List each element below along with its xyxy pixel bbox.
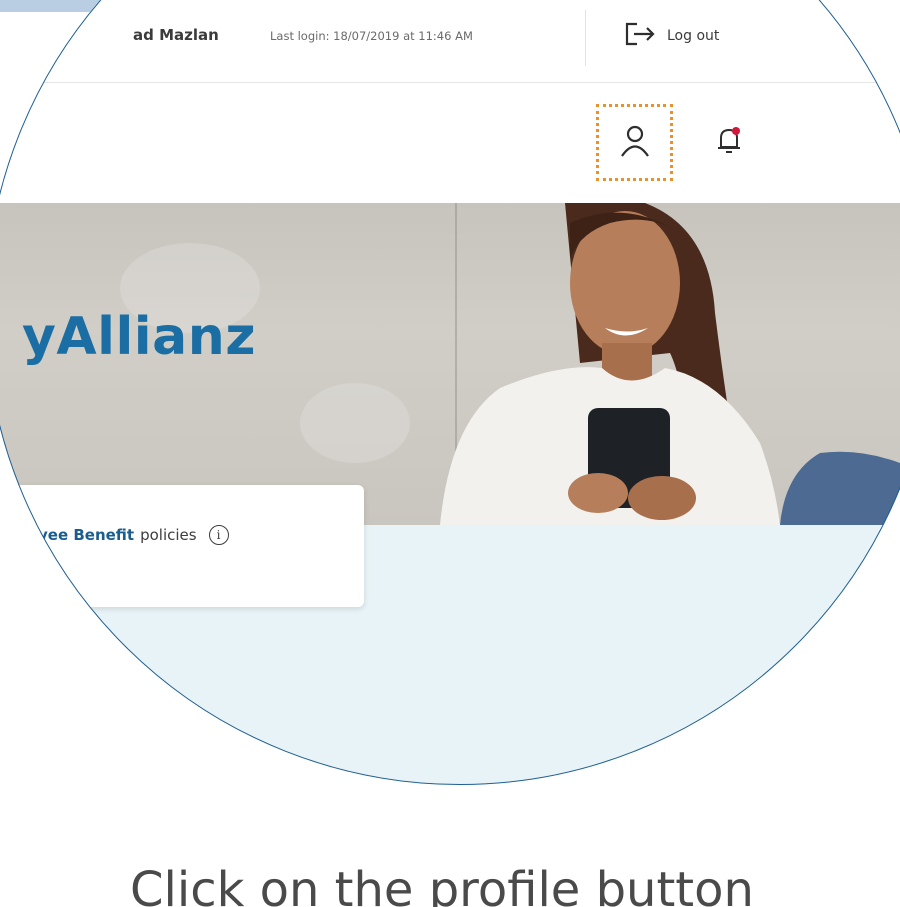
logout-label: Log out bbox=[667, 28, 720, 44]
top-bar: ad Mazlan Last login: 18/07/2019 at 11:4… bbox=[0, 0, 900, 83]
bell-icon bbox=[712, 124, 746, 162]
profile-button[interactable] bbox=[596, 104, 673, 181]
divider bbox=[585, 10, 586, 66]
policy-card[interactable]: yee Benefit policies i bbox=[0, 485, 364, 607]
policy-text: yee Benefit policies i bbox=[38, 525, 229, 545]
user-name: ad Mazlan bbox=[133, 26, 219, 44]
last-login-text: Last login: 18/07/2019 at 11:46 AM bbox=[270, 29, 473, 43]
instruction-caption: Click on the profile button bbox=[130, 862, 754, 907]
logout-icon bbox=[625, 22, 657, 50]
user-profile-icon bbox=[617, 123, 653, 163]
policy-bold-label: yee Benefit bbox=[38, 526, 135, 544]
logout-button[interactable]: Log out bbox=[625, 22, 719, 50]
nav-bar bbox=[0, 83, 900, 203]
brand-title: yAllianz bbox=[22, 307, 256, 367]
tutorial-page: ad Mazlan Last login: 18/07/2019 at 11:4… bbox=[0, 0, 900, 907]
hero-photo bbox=[440, 203, 900, 525]
hero-banner: yAllianz bbox=[0, 203, 900, 525]
notification-button[interactable] bbox=[704, 118, 754, 168]
policy-label: policies bbox=[140, 526, 197, 544]
info-icon[interactable]: i bbox=[208, 525, 229, 545]
zoom-magnifier: ad Mazlan Last login: 18/07/2019 at 11:4… bbox=[0, 0, 900, 785]
